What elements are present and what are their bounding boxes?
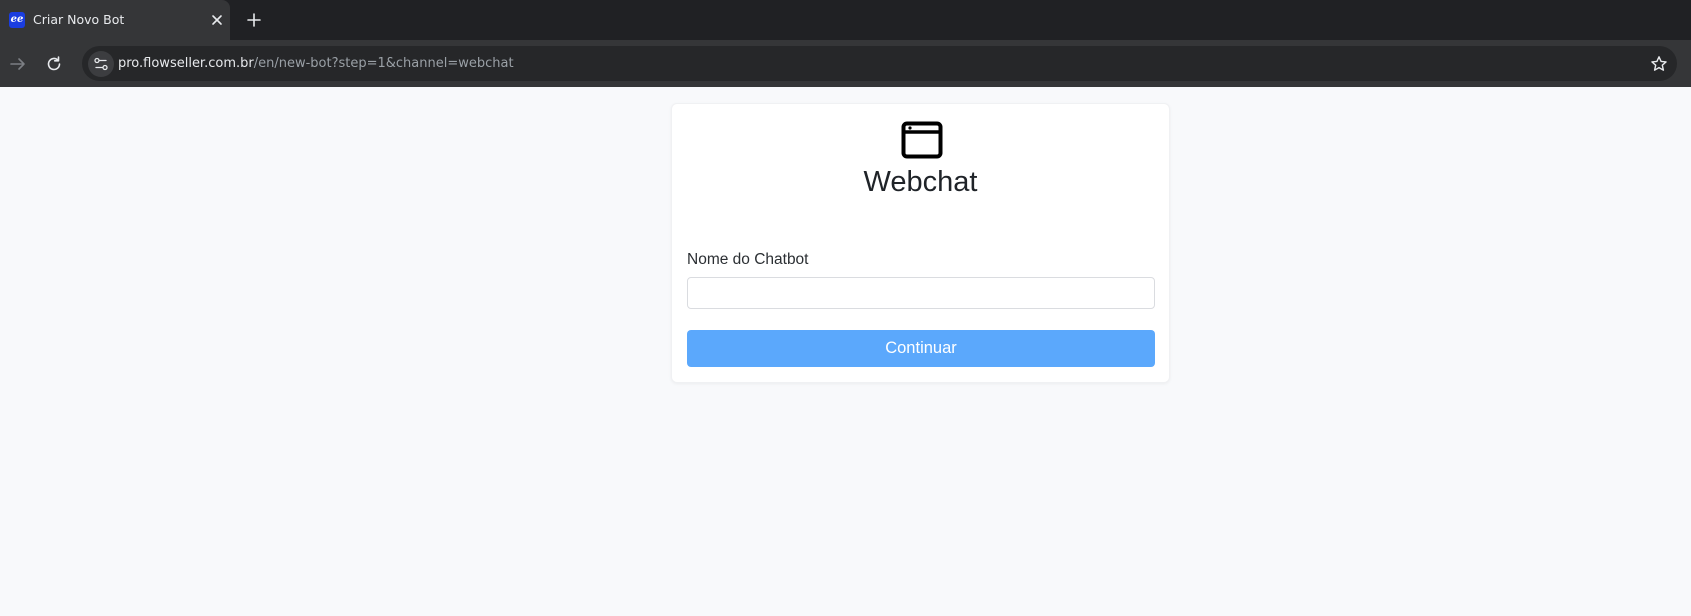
- browser-tabstrip: ee Criar Novo Bot: [0, 0, 1691, 40]
- site-info-button[interactable]: [88, 51, 114, 77]
- chatbot-name-label: Nome do Chatbot: [687, 251, 809, 268]
- channel-title: Webchat: [863, 166, 978, 198]
- url-text: pro.flowseller.com.br/en/new-bot?step=1&…: [118, 56, 514, 71]
- browser-window-icon: [901, 121, 943, 159]
- chatbot-name-input[interactable]: [687, 277, 1155, 309]
- browser-tab-active[interactable]: ee Criar Novo Bot: [0, 0, 230, 40]
- bookmark-star-icon[interactable]: [1649, 54, 1669, 74]
- browser-toolbar: pro.flowseller.com.br/en/new-bot?step=1&…: [0, 40, 1691, 87]
- url-path: /en/new-bot?step=1&channel=webchat: [253, 56, 514, 71]
- continue-button[interactable]: Continuar: [687, 330, 1155, 367]
- flowseller-favicon-icon: ee: [9, 12, 25, 28]
- address-bar[interactable]: pro.flowseller.com.br/en/new-bot?step=1&…: [82, 46, 1677, 81]
- close-tab-icon[interactable]: [208, 11, 226, 29]
- new-tab-plus-icon[interactable]: [244, 10, 264, 30]
- tune-settings-icon: [94, 57, 108, 71]
- reload-icon[interactable]: [43, 53, 65, 75]
- tab-title: Criar Novo Bot: [33, 12, 125, 27]
- url-domain: pro.flowseller.com.br: [118, 56, 254, 71]
- forward-arrow-icon[interactable]: [7, 53, 29, 75]
- new-bot-card: Webchat Nome do Chatbot Continuar: [671, 103, 1170, 383]
